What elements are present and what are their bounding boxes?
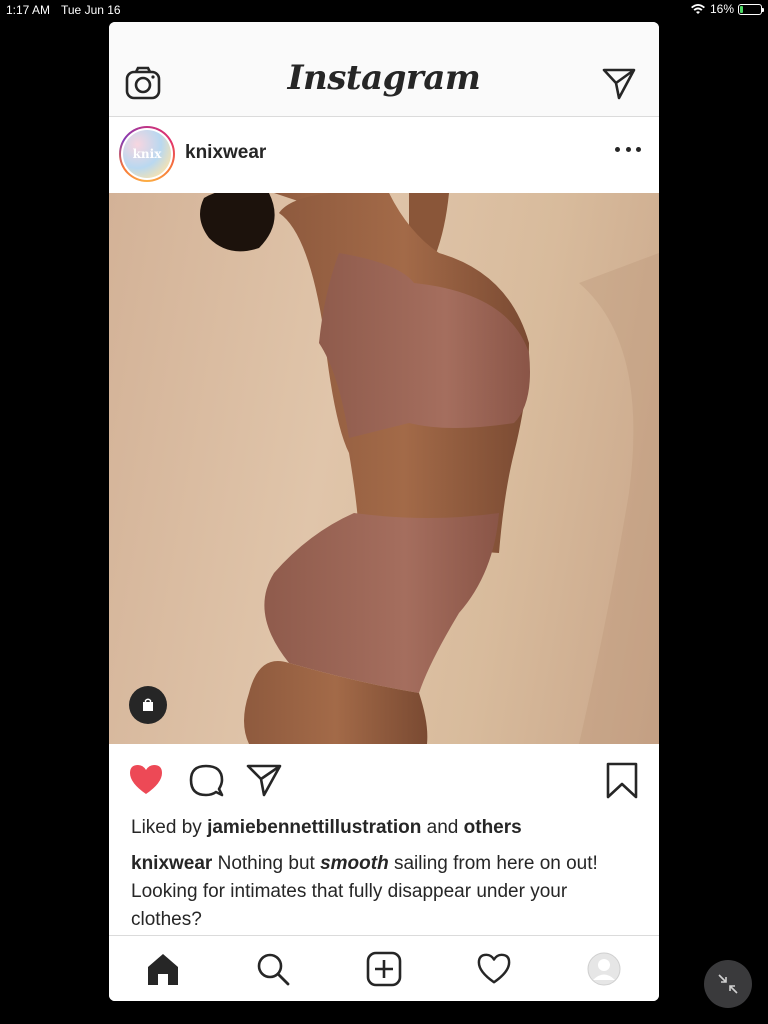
wifi-icon: [690, 4, 705, 14]
liked-by-text: Liked by jamiebennettillustration and ot…: [131, 817, 522, 839]
post-actions: [109, 757, 659, 803]
activity-heart-glyph: [477, 953, 511, 984]
add-post-glyph: [366, 951, 402, 987]
heart-filled-icon[interactable]: [127, 761, 165, 799]
direct-message-icon[interactable]: [601, 66, 637, 100]
caption-line2: Looking for intimates that fully disappe…: [131, 881, 568, 930]
post-caption: knixwear Nothing but smooth sailing from…: [131, 850, 641, 934]
caption-part1: Nothing but: [217, 853, 315, 874]
instagram-logo: Instagram: [287, 58, 481, 98]
profile-icon[interactable]: [585, 950, 623, 988]
instagram-app-window: Instagram knix knixwear Liked by jamiebe…: [109, 22, 659, 1001]
post-username[interactable]: knixwear: [185, 142, 266, 164]
status-time: 1:17 AM: [6, 3, 51, 17]
add-post-icon[interactable]: [365, 950, 403, 988]
avatar[interactable]: knix: [119, 126, 175, 182]
profile-glyph: [587, 952, 621, 986]
search-icon[interactable]: [254, 950, 292, 988]
battery-percent: 16%: [709, 2, 734, 16]
caption-username[interactable]: knixwear: [131, 853, 212, 874]
shopping-bag-icon[interactable]: [129, 686, 167, 724]
status-date: Tue Jun 16: [61, 3, 121, 17]
home-glyph: [148, 954, 178, 985]
minimize-icon[interactable]: [704, 960, 752, 1008]
post-image-illustration: [200, 193, 659, 744]
more-options-icon[interactable]: [615, 138, 641, 160]
caption-container: knixwear Nothing but smooth sailing from…: [109, 842, 659, 935]
bottom-tab-bar: [109, 935, 659, 1001]
status-bar: 1:17 AM Tue Jun 16 16%: [0, 0, 768, 20]
top-nav-bar: Instagram: [109, 22, 659, 117]
liked-by-and: and: [426, 817, 459, 838]
activity-heart-icon[interactable]: [475, 950, 513, 988]
comment-icon[interactable]: [187, 761, 225, 799]
post-header: knix knixwear: [109, 118, 659, 193]
search-glyph: [257, 953, 290, 986]
post-image[interactable]: [109, 193, 659, 744]
status-right: 16%: [690, 2, 764, 16]
bookmark-icon[interactable]: [603, 761, 641, 799]
shopping-bag-glyph: [143, 698, 153, 711]
caption-emphasis: smooth: [320, 853, 389, 874]
battery-icon: [738, 3, 764, 15]
avatar-logo: knix: [123, 130, 171, 178]
liked-by-user-link[interactable]: jamiebennettillustration: [207, 817, 421, 838]
liked-by-others-link[interactable]: others: [464, 817, 522, 838]
share-icon[interactable]: [245, 761, 283, 799]
home-icon[interactable]: [144, 950, 182, 988]
caption-part2: sailing from here on out!: [393, 853, 598, 874]
minimize-glyph: [718, 974, 738, 994]
liked-by-prefix: Liked by: [131, 817, 202, 838]
